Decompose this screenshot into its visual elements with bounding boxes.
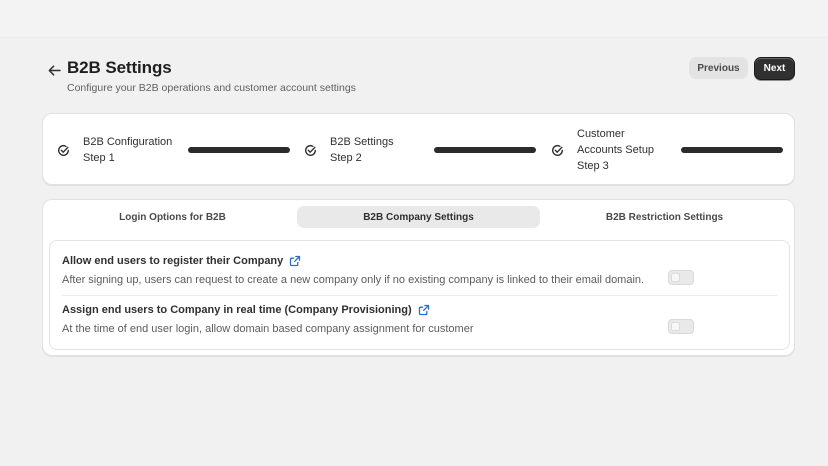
page-subtitle: Configure your B2B operations and custom… [67, 82, 356, 94]
external-link-icon[interactable] [418, 304, 430, 316]
step-title: Customer [577, 128, 625, 140]
step-progress-bar [188, 147, 290, 153]
tab-restriction-settings[interactable]: B2B Restriction Settings [543, 206, 786, 228]
step-number: Step 2 [330, 152, 362, 164]
setting-description: After signing up, users can request to c… [62, 274, 645, 286]
setting-company-provisioning: Assign end users to Company in real time… [50, 296, 791, 346]
progress-steps-card: B2B Configuration Step 1 B2B Settings St… [42, 113, 795, 185]
back-button[interactable] [44, 60, 64, 80]
step-3: Customer Accounts Setup Step 3 [550, 114, 790, 186]
check-circle-icon [303, 143, 317, 157]
toggle-knob [671, 273, 680, 282]
step-title: B2B Configuration [83, 136, 173, 148]
page-header: B2B Settings Configure your B2B operatio… [42, 56, 795, 100]
step-number: Step 3 [577, 160, 609, 172]
check-circle-icon [550, 143, 564, 157]
settings-tabs-card: Login Options for B2B B2B Company Settin… [42, 199, 795, 356]
setting-title: Assign end users to Company in real time… [62, 304, 412, 316]
step-1: B2B Configuration Step 1 [56, 114, 296, 186]
page-title: B2B Settings [67, 58, 172, 77]
setting-register-company: Allow end users to register their Compan… [50, 241, 791, 291]
top-strip [0, 0, 828, 38]
register-company-toggle[interactable] [668, 270, 694, 285]
company-provisioning-toggle[interactable] [668, 319, 694, 334]
toggle-knob [671, 322, 680, 331]
next-button[interactable]: Next [754, 57, 795, 80]
step-number: Step 1 [83, 152, 115, 164]
setting-description: At the time of end user login, allow dom… [62, 323, 474, 335]
setting-title: Allow end users to register their Compan… [62, 255, 284, 267]
step-progress-bar [681, 147, 783, 153]
step-title: B2B Settings [330, 136, 394, 148]
company-settings-panel: Allow end users to register their Compan… [49, 240, 790, 350]
step-progress-bar [434, 147, 536, 153]
tab-login-options[interactable]: Login Options for B2B [51, 206, 294, 228]
external-link-icon[interactable] [289, 255, 301, 267]
step-2: B2B Settings Step 2 [303, 114, 543, 186]
step-title: Accounts Setup [577, 144, 655, 156]
previous-button[interactable]: Previous [689, 57, 748, 79]
check-circle-icon [56, 143, 70, 157]
arrow-left-icon [48, 64, 61, 76]
tab-company-settings[interactable]: B2B Company Settings [297, 206, 540, 228]
